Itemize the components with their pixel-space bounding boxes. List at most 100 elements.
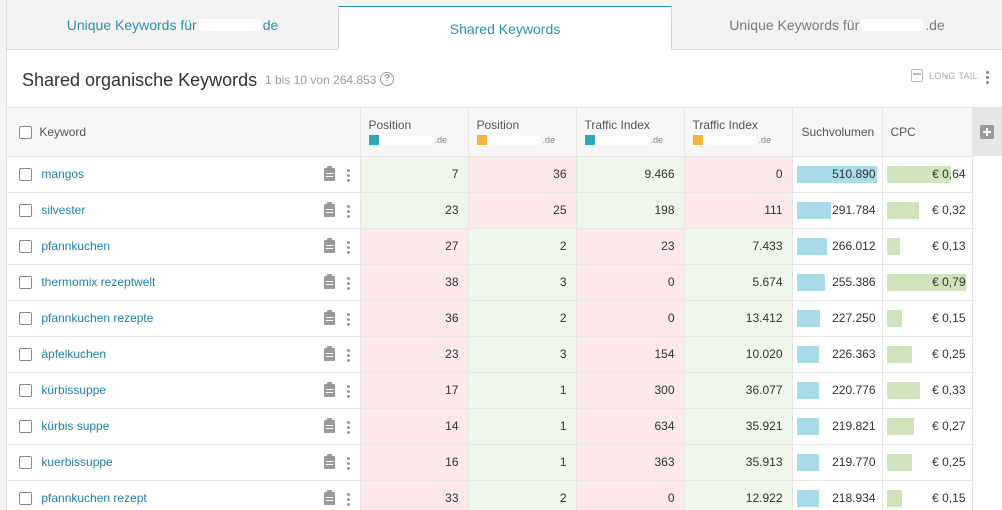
table-header-row: Keyword Position .de Position .de Traffi… — [7, 108, 973, 157]
row-menu-icon[interactable] — [347, 384, 350, 398]
row-checkbox[interactable] — [19, 347, 32, 361]
clipboard-icon[interactable] — [324, 417, 335, 433]
row-menu-icon[interactable] — [347, 204, 350, 218]
domain1-swatch — [584, 135, 595, 145]
row-checkbox[interactable] — [19, 311, 32, 325]
longtail-toggle[interactable]: LONG TAIL — [911, 69, 978, 82]
keyword-link[interactable]: kuerbissuppe — [41, 455, 112, 469]
keywords-table: Keyword Position .de Position .de Traffi… — [7, 108, 973, 510]
position1-cell: 36 — [360, 300, 469, 337]
row-menu-icon[interactable] — [347, 348, 350, 362]
domain1-swatch — [368, 135, 379, 145]
row-checkbox[interactable] — [19, 491, 32, 505]
column-label: Suchvolumen — [801, 125, 875, 139]
position1-cell: 14 — [360, 408, 469, 445]
clipboard-icon[interactable] — [324, 237, 335, 253]
volume-bar — [796, 237, 827, 255]
clipboard-icon[interactable] — [324, 489, 335, 505]
volume-value: 220.776 — [832, 383, 876, 397]
column-header-volume[interactable]: Suchvolumen — [792, 108, 883, 157]
row-checkbox[interactable] — [19, 455, 32, 469]
column-label: Position — [476, 118, 520, 132]
add-column-icon[interactable] — [980, 125, 994, 139]
keyword-link[interactable]: kürbis suppe — [41, 419, 109, 433]
clipboard-icon[interactable] — [324, 273, 335, 289]
row-checkbox[interactable] — [19, 419, 32, 433]
tab-unique-keywords-domain1[interactable]: Unique Keywords für de — [6, 0, 338, 50]
clipboard-icon[interactable] — [324, 345, 335, 361]
keyword-link[interactable]: pfannkuchen rezept — [41, 491, 146, 505]
domain2-swatch — [476, 135, 487, 145]
column-header-traffic1[interactable]: Traffic Index .de — [576, 108, 685, 157]
cpc-value: € 0,27 — [932, 419, 966, 433]
clipboard-icon[interactable] — [324, 201, 335, 217]
volume-value: 255.386 — [832, 275, 876, 289]
keyword-link[interactable]: pfannkuchen rezepte — [41, 311, 153, 325]
table-row: pfannkuchen 27 2 23 7.433 266.012 € 0,13 — [7, 228, 973, 265]
keyword-cell: äpfelkuchen — [7, 336, 361, 373]
column-header-keyword[interactable]: Keyword — [7, 108, 361, 157]
volume-cell: 226.363 — [792, 336, 883, 373]
column-header-position2[interactable]: Position .de — [468, 108, 577, 157]
cpc-bar — [886, 453, 912, 471]
volume-cell: 220.776 — [792, 372, 883, 409]
more-options-icon[interactable] — [986, 71, 989, 84]
column-header-traffic2[interactable]: Traffic Index .de — [684, 108, 793, 157]
row-menu-icon[interactable] — [347, 276, 350, 290]
keyword-link[interactable]: mangos — [41, 167, 84, 181]
row-checkbox[interactable] — [19, 239, 32, 253]
clipboard-icon[interactable] — [324, 309, 335, 325]
keyword-link[interactable]: thermomix rezeptwelt — [41, 275, 155, 289]
volume-bar — [796, 309, 820, 327]
row-menu-icon[interactable] — [347, 312, 350, 326]
keyword-cell: pfannkuchen — [7, 228, 361, 265]
redacted-domain — [861, 18, 924, 31]
traffic2-cell: 111 — [684, 192, 793, 229]
traffic1-cell: 634 — [576, 408, 685, 445]
volume-cell: 510.890 — [792, 156, 883, 193]
tab-shared-keywords[interactable]: Shared Keywords — [338, 6, 672, 51]
cpc-value: € 0,13 — [932, 239, 966, 253]
clipboard-icon[interactable] — [324, 165, 335, 181]
cpc-value: € 0,33 — [932, 383, 966, 397]
cpc-cell: € 0,15 — [882, 480, 973, 510]
volume-value: 219.821 — [832, 419, 876, 433]
row-menu-icon[interactable] — [347, 240, 350, 254]
position2-cell: 2 — [468, 480, 577, 510]
table-row: kuerbissuppe 16 1 363 35.913 219.770 € 0… — [7, 444, 973, 481]
row-checkbox[interactable] — [19, 167, 32, 181]
select-all-checkbox[interactable] — [19, 125, 32, 139]
tab-unique-keywords-domain2[interactable]: Unique Keywords für .de — [672, 0, 1002, 50]
tab-bar: Unique Keywords für de Shared Keywords U… — [0, 0, 1002, 51]
keyword-link[interactable]: silvester — [41, 203, 85, 217]
column-label: Traffic Index — [692, 118, 758, 132]
keyword-cell: pfannkuchen rezept — [7, 480, 361, 510]
column-header-position1[interactable]: Position .de — [360, 108, 469, 157]
volume-cell: 291.784 — [792, 192, 883, 229]
row-checkbox[interactable] — [19, 203, 32, 217]
row-menu-icon[interactable] — [347, 456, 350, 470]
row-menu-icon[interactable] — [347, 492, 350, 506]
cpc-bar — [886, 489, 902, 507]
column-header-cpc[interactable]: CPC — [882, 108, 973, 157]
volume-value: 218.934 — [832, 491, 876, 505]
position2-cell: 3 — [468, 264, 577, 301]
volume-bar — [796, 453, 819, 471]
clipboard-icon[interactable] — [324, 381, 335, 397]
keyword-link[interactable]: pfannkuchen — [41, 239, 110, 253]
keyword-link[interactable]: kürbissuppe — [41, 383, 106, 397]
calendar-icon — [911, 69, 923, 82]
position1-cell: 17 — [360, 372, 469, 409]
keyword-link[interactable]: äpfelkuchen — [41, 347, 106, 361]
column-label: Position — [368, 118, 412, 132]
traffic2-cell: 7.433 — [684, 228, 793, 265]
row-checkbox[interactable] — [19, 383, 32, 397]
row-checkbox[interactable] — [19, 275, 32, 289]
traffic1-cell: 0 — [576, 300, 685, 337]
tab-label-suffix: .de — [925, 16, 945, 33]
cpc-cell: € 0,25 — [882, 336, 973, 373]
clipboard-icon[interactable] — [324, 453, 335, 469]
help-icon[interactable]: ? — [380, 72, 394, 86]
row-menu-icon[interactable] — [347, 168, 350, 182]
row-menu-icon[interactable] — [347, 420, 350, 434]
